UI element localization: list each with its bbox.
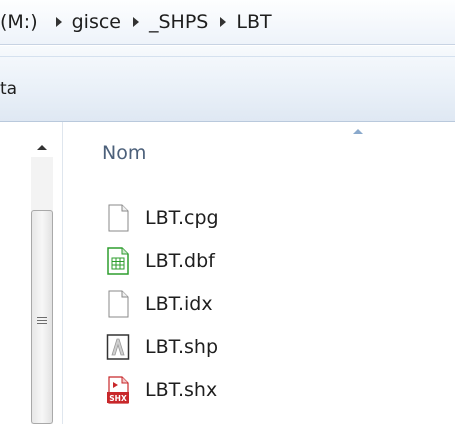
toolbar-divider	[0, 56, 455, 57]
file-name: LBT.shx	[145, 378, 218, 401]
breadcrumb-drive[interactable]: (M:)	[0, 11, 38, 33]
spreadsheet-file-icon	[105, 246, 131, 276]
generic-file-icon	[105, 203, 131, 233]
file-list-pane: Nom LBT.cpg LBT.dbf LBT.idx LBT.shp SHX …	[63, 122, 455, 424]
scroll-up-button[interactable]	[31, 139, 53, 155]
column-header-name[interactable]: Nom	[102, 142, 146, 164]
breadcrumb-separator-icon[interactable]	[133, 17, 139, 27]
file-name: LBT.dbf	[145, 249, 215, 272]
shapefile-icon	[105, 332, 131, 362]
file-item[interactable]: SHX LBT.shx	[105, 368, 219, 411]
breadcrumb-shps[interactable]: _SHPS	[149, 11, 208, 33]
toolbar-button-label[interactable]: ta	[0, 79, 17, 99]
file-name: LBT.cpg	[145, 206, 219, 229]
command-toolbar: ta	[0, 45, 455, 122]
file-list: LBT.cpg LBT.dbf LBT.idx LBT.shp SHX LBT.…	[105, 196, 219, 411]
generic-file-icon	[105, 289, 131, 319]
file-item[interactable]: LBT.dbf	[105, 239, 219, 282]
file-name: LBT.idx	[145, 292, 213, 315]
sort-ascending-icon	[353, 129, 363, 134]
scroll-up-arrow-icon	[37, 144, 47, 150]
file-item[interactable]: LBT.idx	[105, 282, 219, 325]
scrollbar-grip-icon	[37, 317, 47, 326]
address-bar[interactable]: (M:) gisce _SHPS LBT	[0, 0, 455, 45]
breadcrumb-lbt[interactable]: LBT	[236, 11, 271, 33]
breadcrumb-separator-icon[interactable]	[220, 17, 227, 27]
file-item[interactable]: LBT.shp	[105, 325, 219, 368]
breadcrumb-gisce[interactable]: gisce	[72, 11, 121, 33]
svg-text:SHX: SHX	[109, 394, 127, 403]
file-name: LBT.shp	[145, 335, 219, 358]
breadcrumb-separator-icon[interactable]	[55, 17, 62, 27]
file-item[interactable]: LBT.cpg	[105, 196, 219, 239]
shx-file-icon: SHX	[105, 375, 131, 405]
